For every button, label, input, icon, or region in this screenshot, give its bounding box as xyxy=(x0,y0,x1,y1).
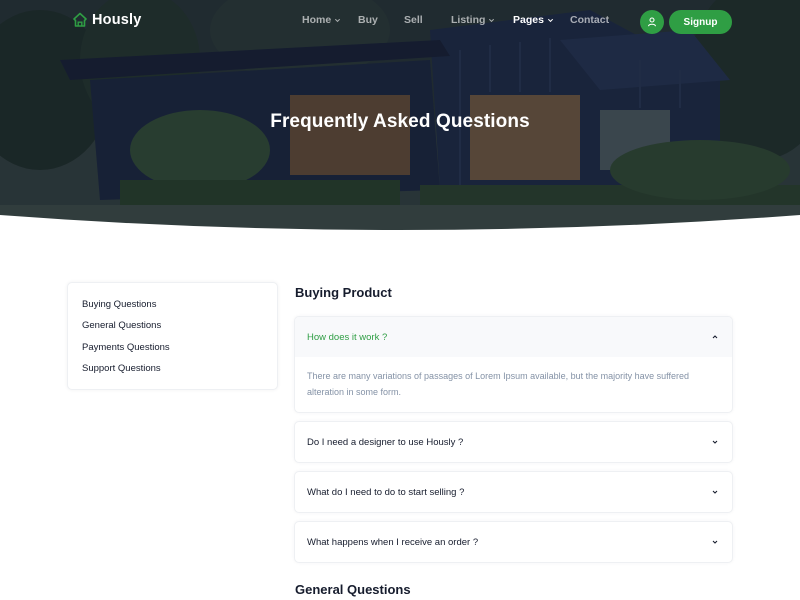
nav-item-buy[interactable]: Buy xyxy=(358,14,378,26)
nav-item-listing[interactable]: Listing xyxy=(451,14,495,26)
nav-item-label: Sell xyxy=(404,14,423,26)
page-title: Frequently Asked Questions xyxy=(270,111,530,132)
nav-item-label: Listing xyxy=(451,14,486,26)
accordion-item: What happens when I receive an order ? xyxy=(294,521,733,563)
sidebar-link-buying-questions[interactable]: Buying Questions xyxy=(68,298,277,319)
brand-name: Hously xyxy=(92,12,142,28)
nav-item-label: Contact xyxy=(570,14,610,26)
chevron-down-icon xyxy=(335,18,341,22)
accordion-header-how-it-works[interactable]: How does it work ? xyxy=(295,317,732,357)
nav-item-home[interactable]: Home xyxy=(302,14,341,26)
accordion-item: Do I need a designer to use Hously ? xyxy=(294,421,733,463)
accordion-item: What do I need to do to start selling ? xyxy=(294,471,733,513)
sidebar-link-support-questions[interactable]: Support Questions xyxy=(68,362,277,383)
chevron-up-icon xyxy=(712,335,718,339)
top-navbar: Hously Home Buy Sell Listing Pages Conta… xyxy=(0,0,800,44)
nav-item-contact[interactable]: Contact xyxy=(570,14,609,26)
section-title-buying-product: Buying Product xyxy=(295,285,392,300)
accordion-question: What happens when I receive an order ? xyxy=(307,536,479,548)
sidebar-link-payments-questions[interactable]: Payments Questions xyxy=(68,341,277,362)
login-user-button[interactable] xyxy=(640,10,664,34)
accordion-question: What do I need to do to start selling ? xyxy=(307,486,465,498)
accordion-header-start-selling[interactable]: What do I need to do to start selling ? xyxy=(295,472,732,512)
chevron-down-icon xyxy=(547,18,553,22)
nav-item-label: Pages xyxy=(513,14,544,26)
nav-item-label: Buy xyxy=(358,14,378,26)
chevron-down-icon xyxy=(712,440,718,444)
signup-button[interactable]: Signup xyxy=(669,10,732,34)
hero-curve-divider xyxy=(0,215,800,240)
brand-logo[interactable]: Hously xyxy=(72,12,142,28)
accordion-answer: There are many variations of passages of… xyxy=(307,371,690,397)
nav-item-label: Home xyxy=(302,14,332,26)
accordion-header-designer[interactable]: Do I need a designer to use Hously ? xyxy=(295,422,732,462)
sidebar-link-general-questions[interactable]: General Questions xyxy=(68,319,277,340)
user-icon xyxy=(647,17,657,27)
section-title-general-questions: General Questions xyxy=(295,582,411,597)
house-logo-icon xyxy=(73,12,87,27)
nav-item-sell[interactable]: Sell xyxy=(404,14,423,26)
chevron-down-icon xyxy=(712,540,718,544)
accordion-question: Do I need a designer to use Hously ? xyxy=(307,436,464,448)
nav-item-pages[interactable]: Pages xyxy=(513,14,554,26)
accordion-item: How does it work ? There are many variat… xyxy=(294,316,733,413)
chevron-down-icon xyxy=(489,18,495,22)
accordion-header-receive-order[interactable]: What happens when I receive an order ? xyxy=(295,522,732,562)
accordion-question: How does it work ? xyxy=(307,331,388,343)
faq-category-sidebar: Buying Questions General Questions Payme… xyxy=(67,282,278,390)
chevron-down-icon xyxy=(712,490,718,494)
